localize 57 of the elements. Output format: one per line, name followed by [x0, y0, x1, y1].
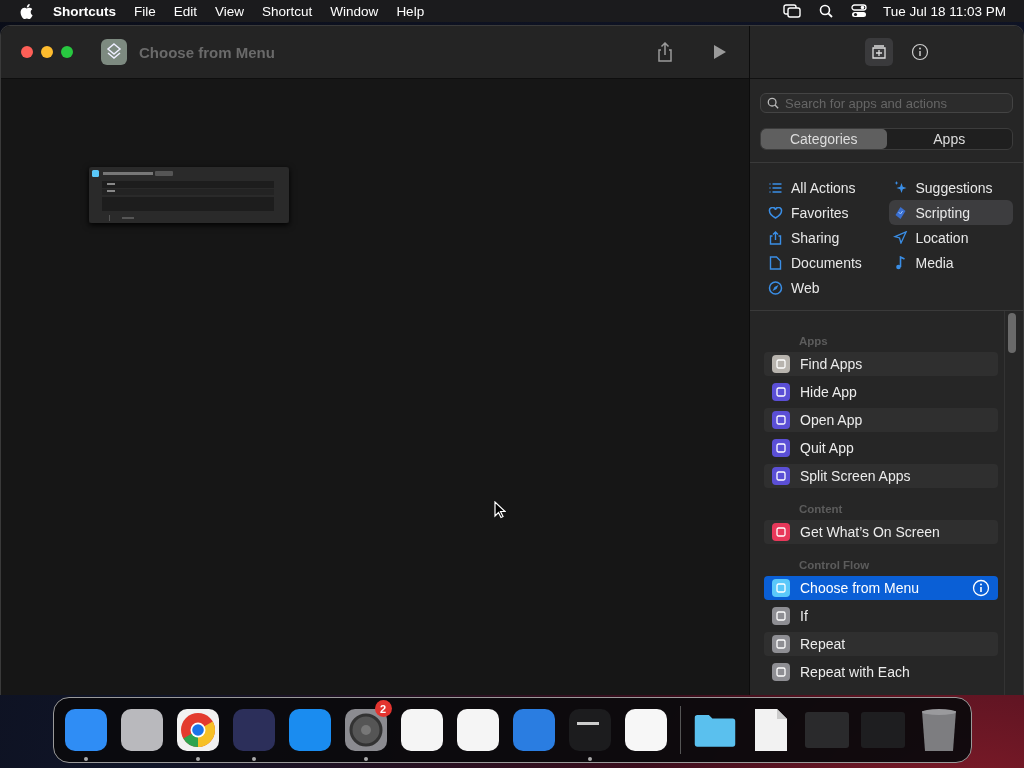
- action-item[interactable]: Find Apps: [764, 352, 998, 376]
- menu-item[interactable]: File: [134, 3, 156, 19]
- segment-tab[interactable]: Categories: [761, 129, 887, 149]
- action-item[interactable]: Repeat: [764, 632, 998, 656]
- terminal-icon[interactable]: [568, 709, 611, 751]
- document-icon: [768, 255, 783, 270]
- info-icon[interactable]: [910, 43, 929, 61]
- action-item[interactable]: Quit App: [764, 436, 998, 460]
- zoom-button[interactable]: [61, 46, 73, 58]
- share-icon[interactable]: [657, 42, 673, 62]
- category-item[interactable]: Location: [888, 225, 1013, 250]
- category-item[interactable]: Sharing: [764, 225, 889, 250]
- category-item[interactable]: Documents: [764, 250, 889, 275]
- action-item[interactable]: Hide App: [764, 380, 998, 404]
- heart-icon: [768, 206, 783, 219]
- menu-item[interactable]: Shortcut: [262, 3, 313, 19]
- menu-bar-clock[interactable]: Tue Jul 18 11:03 PM: [882, 3, 1006, 19]
- category-item[interactable]: All Actions: [764, 175, 889, 200]
- library-add-icon[interactable]: [864, 38, 893, 66]
- category-item[interactable]: Favorites: [764, 200, 889, 225]
- search-icon: [767, 97, 779, 109]
- apple-logo-icon[interactable]: [20, 3, 33, 19]
- action-item[interactable]: Open App: [764, 408, 998, 432]
- compass-icon: [768, 280, 783, 295]
- search-icon[interactable]: [818, 4, 833, 18]
- segment-tab[interactable]: Apps: [886, 129, 1012, 149]
- category-item[interactable]: Scripting: [888, 200, 1013, 225]
- close-button[interactable]: [21, 46, 33, 58]
- action-item[interactable]: Choose from Menu: [764, 576, 998, 600]
- notification-badge: 2: [374, 700, 392, 717]
- action-item[interactable]: If: [764, 604, 998, 628]
- category-item[interactable]: Web: [764, 275, 889, 300]
- document-icon[interactable]: [752, 707, 789, 753]
- mouse-pointer-icon: [494, 501, 506, 519]
- category-item[interactable]: Media: [888, 250, 1013, 275]
- menu-item[interactable]: Edit: [173, 3, 198, 19]
- action-item[interactable]: Repeat with Each: [764, 660, 998, 684]
- menu-item[interactable]: View: [215, 3, 245, 19]
- layers-icon[interactable]: [101, 39, 127, 65]
- search-field[interactable]: Search for apps and actions: [760, 93, 1013, 113]
- minimize-button[interactable]: [41, 46, 53, 58]
- menu-item[interactable]: Help: [396, 3, 425, 19]
- screen-mirroring-icon[interactable]: [782, 4, 801, 18]
- location-arrow-icon: [892, 231, 908, 244]
- action-item[interactable]: Split Screen Apps: [764, 464, 998, 488]
- screenshot-thumbnail[interactable]: [804, 712, 849, 748]
- category-item[interactable]: Suggestions: [888, 175, 1013, 200]
- control-center-icon[interactable]: [850, 4, 867, 18]
- action-item[interactable]: Get What’s On Screen: [764, 520, 998, 544]
- list-icon: [768, 181, 783, 194]
- play-icon[interactable]: [713, 44, 727, 60]
- menu-item[interactable]: Window: [330, 3, 379, 19]
- window-title: Choose from Menu: [139, 43, 275, 61]
- share-icon: [768, 230, 783, 245]
- circle-logo-icon[interactable]: [176, 709, 219, 751]
- scrollbar-thumb[interactable]: [1008, 313, 1016, 353]
- app-menu[interactable]: Shortcuts: [53, 3, 116, 19]
